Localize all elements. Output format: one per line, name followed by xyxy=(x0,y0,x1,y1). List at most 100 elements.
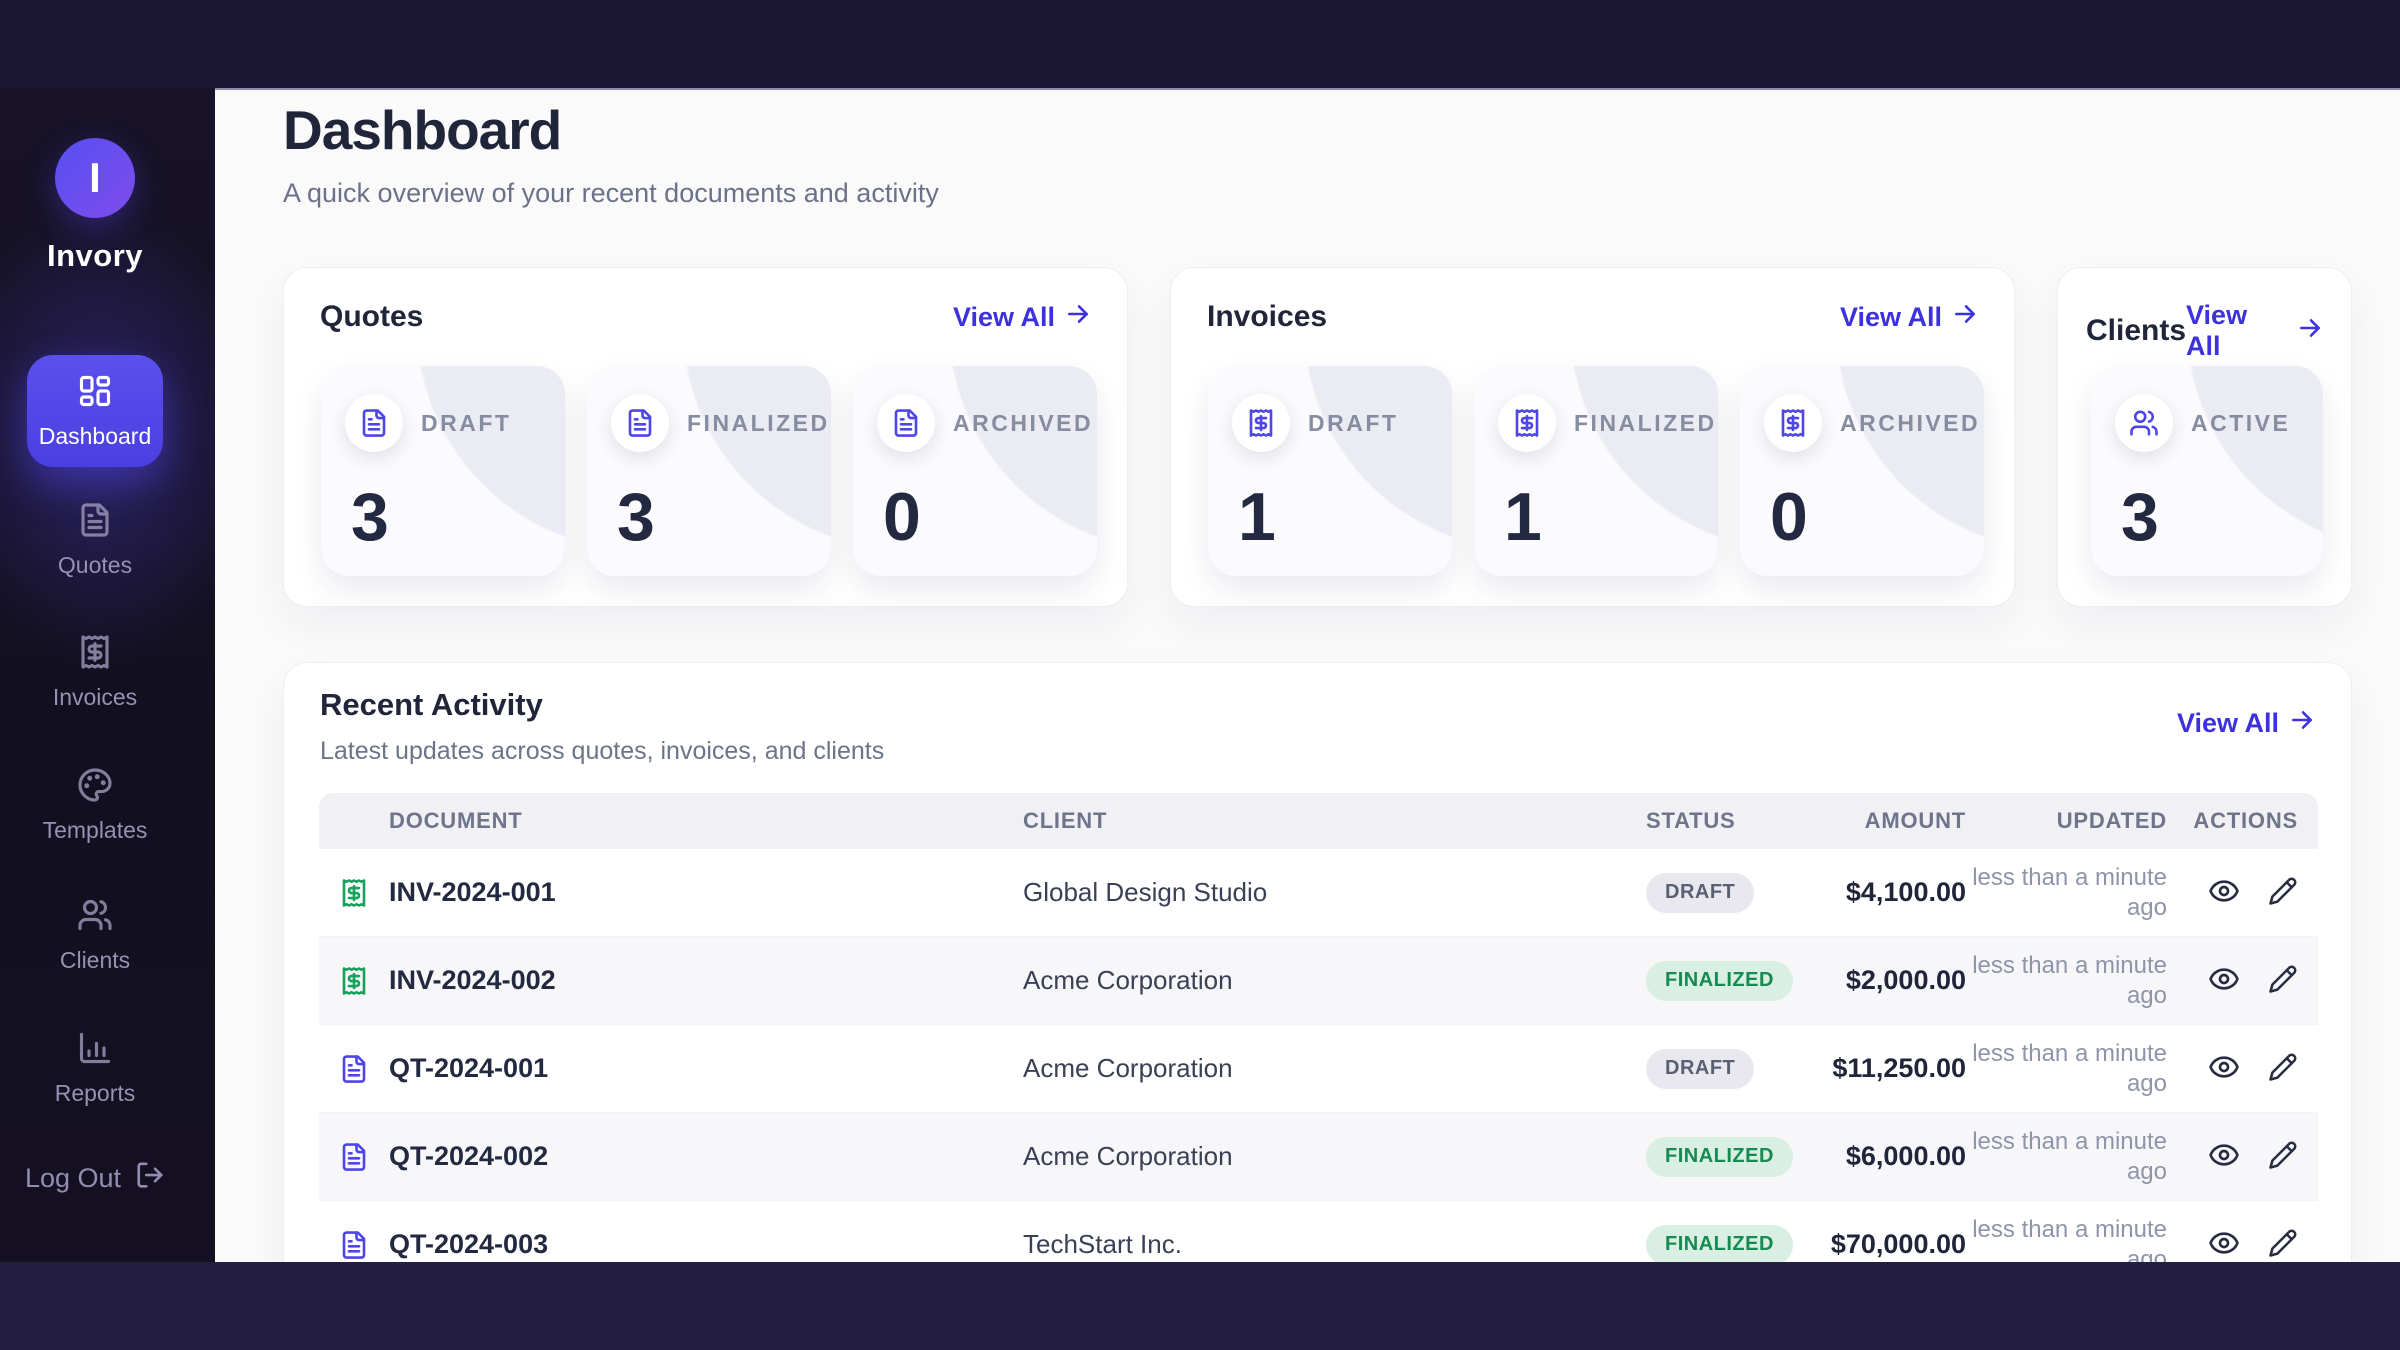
pencil-icon xyxy=(2268,964,2298,997)
stat-tile-quotes-draft: DRAFT 3 xyxy=(321,366,565,576)
stat-value: 0 xyxy=(883,478,921,556)
file-text-icon xyxy=(77,502,113,543)
arrow-right-icon xyxy=(1952,301,1978,334)
table-row[interactable]: QT-2024-002 Acme Corporation FINALIZED $… xyxy=(319,1113,2318,1201)
eye-icon xyxy=(2208,1051,2240,1086)
col-actions: ACTIONS xyxy=(2167,808,2298,834)
logout-button[interactable]: Log Out xyxy=(0,1160,190,1197)
invoice-receipt-icon xyxy=(339,878,389,908)
sidebar-item-label: Quotes xyxy=(58,552,132,579)
view-all-label: View All xyxy=(2177,708,2279,739)
stat-value: 3 xyxy=(2121,478,2159,556)
col-client: CLIENT xyxy=(1023,808,1646,834)
view-all-label: View All xyxy=(953,302,1055,333)
sidebar-item-clients[interactable]: Clients xyxy=(0,897,190,974)
table-header-row: DOCUMENT CLIENT STATUS AMOUNT UPDATED AC… xyxy=(319,793,2318,849)
amount: $4,100.00 xyxy=(1826,877,1966,908)
edit-button[interactable] xyxy=(2268,1228,2298,1261)
page-title: Dashboard xyxy=(283,98,561,162)
view-button[interactable] xyxy=(2208,1139,2240,1174)
recent-activity-table: DOCUMENT CLIENT STATUS AMOUNT UPDATED AC… xyxy=(319,793,2318,1262)
stat-label: ARCHIVED xyxy=(953,410,1093,437)
status-badge: DRAFT xyxy=(1646,873,1754,913)
view-all-label: View All xyxy=(2186,300,2287,362)
stat-tile-invoices-archived: ARCHIVED 0 xyxy=(1740,366,1984,576)
document-id: INV-2024-001 xyxy=(389,877,1023,908)
pencil-icon xyxy=(2268,876,2298,909)
table-row[interactable]: INV-2024-002 Acme Corporation FINALIZED … xyxy=(319,937,2318,1025)
client-name: Global Design Studio xyxy=(1023,877,1646,908)
col-updated: UPDATED xyxy=(1966,808,2167,834)
quotes-view-all-link[interactable]: View All xyxy=(953,301,1091,334)
updated-time: less than a minute ago xyxy=(1966,1039,2167,1099)
file-text-icon xyxy=(877,394,935,452)
amount: $6,000.00 xyxy=(1826,1141,1966,1172)
sidebar-item-label: Dashboard xyxy=(39,423,152,450)
palette-icon xyxy=(77,767,113,808)
main-content: Dashboard A quick overview of your recen… xyxy=(215,88,2400,1262)
edit-button[interactable] xyxy=(2268,1052,2298,1085)
amount: $70,000.00 xyxy=(1826,1229,1966,1260)
activity-view-all-link[interactable]: View All xyxy=(2177,707,2315,740)
edit-button[interactable] xyxy=(2268,1140,2298,1173)
stat-label: FINALIZED xyxy=(687,410,830,437)
view-button[interactable] xyxy=(2208,963,2240,998)
invoices-view-all-link[interactable]: View All xyxy=(1840,301,1978,334)
table-row[interactable]: QT-2024-003 TechStart Inc. FINALIZED $70… xyxy=(319,1201,2318,1262)
client-name: Acme Corporation xyxy=(1023,1053,1646,1084)
stat-tile-invoices-finalized: FINALIZED 1 xyxy=(1474,366,1718,576)
client-name: Acme Corporation xyxy=(1023,1141,1646,1172)
invoice-receipt-icon xyxy=(339,966,389,996)
sidebar-item-label: Invoices xyxy=(53,684,137,711)
quote-file-icon xyxy=(339,1142,389,1172)
sidebar-item-dashboard[interactable]: Dashboard xyxy=(27,355,163,467)
view-button[interactable] xyxy=(2208,1227,2240,1262)
document-id: QT-2024-001 xyxy=(389,1053,1023,1084)
document-id: QT-2024-003 xyxy=(389,1229,1023,1260)
stat-label: ACTIVE xyxy=(2191,410,2290,437)
recent-activity-title: Recent Activity xyxy=(320,687,543,723)
bottom-band xyxy=(0,1262,2400,1350)
col-status: STATUS xyxy=(1646,808,1826,834)
arrow-right-icon xyxy=(2297,315,2323,348)
edit-button[interactable] xyxy=(2268,876,2298,909)
updated-time: less than a minute ago xyxy=(1966,863,2167,923)
receipt-icon xyxy=(1498,394,1556,452)
edit-button[interactable] xyxy=(2268,964,2298,997)
stat-label: DRAFT xyxy=(1308,410,1398,437)
stat-label: DRAFT xyxy=(421,410,511,437)
quote-file-icon xyxy=(339,1054,389,1084)
document-id: INV-2024-002 xyxy=(389,965,1023,996)
invoices-summary-card: Invoices View All DRAFT 1 F xyxy=(1170,267,2015,607)
status-badge: FINALIZED xyxy=(1646,1225,1793,1263)
arrow-right-icon xyxy=(2289,707,2315,740)
col-amount: AMOUNT xyxy=(1826,808,1966,834)
logo-circle: I xyxy=(55,138,135,218)
clients-view-all-link[interactable]: View All xyxy=(2186,300,2323,362)
col-document: DOCUMENT xyxy=(389,808,1023,834)
sidebar-item-invoices[interactable]: Invoices xyxy=(0,634,190,711)
sidebar-item-quotes[interactable]: Quotes xyxy=(0,502,190,579)
view-button[interactable] xyxy=(2208,1051,2240,1086)
sidebar-item-templates[interactable]: Templates xyxy=(0,767,190,844)
eye-icon xyxy=(2208,875,2240,910)
sidebar-item-reports[interactable]: Reports xyxy=(0,1030,190,1107)
table-row[interactable]: QT-2024-001 Acme Corporation DRAFT $11,2… xyxy=(319,1025,2318,1113)
view-button[interactable] xyxy=(2208,875,2240,910)
amount: $11,250.00 xyxy=(1826,1053,1966,1084)
updated-time: less than a minute ago xyxy=(1966,1127,2167,1187)
sidebar: I Invory Dashboard Quotes Invoices xyxy=(0,88,215,1262)
sidebar-item-label: Clients xyxy=(60,947,130,974)
page-subtitle: A quick overview of your recent document… xyxy=(283,178,939,209)
clients-summary-card: Clients View All ACTIVE 3 xyxy=(2057,267,2352,607)
table-row[interactable]: INV-2024-001 Global Design Studio DRAFT … xyxy=(319,849,2318,937)
stat-tile-quotes-archived: ARCHIVED 0 xyxy=(853,366,1097,576)
app-logo: I xyxy=(0,138,190,218)
stat-label: ARCHIVED xyxy=(1840,410,1980,437)
layout-dashboard-icon xyxy=(77,373,113,414)
stat-value: 3 xyxy=(351,478,389,556)
logout-label: Log Out xyxy=(25,1163,121,1194)
stat-value: 3 xyxy=(617,478,655,556)
status-badge: FINALIZED xyxy=(1646,961,1793,1001)
receipt-icon xyxy=(1764,394,1822,452)
